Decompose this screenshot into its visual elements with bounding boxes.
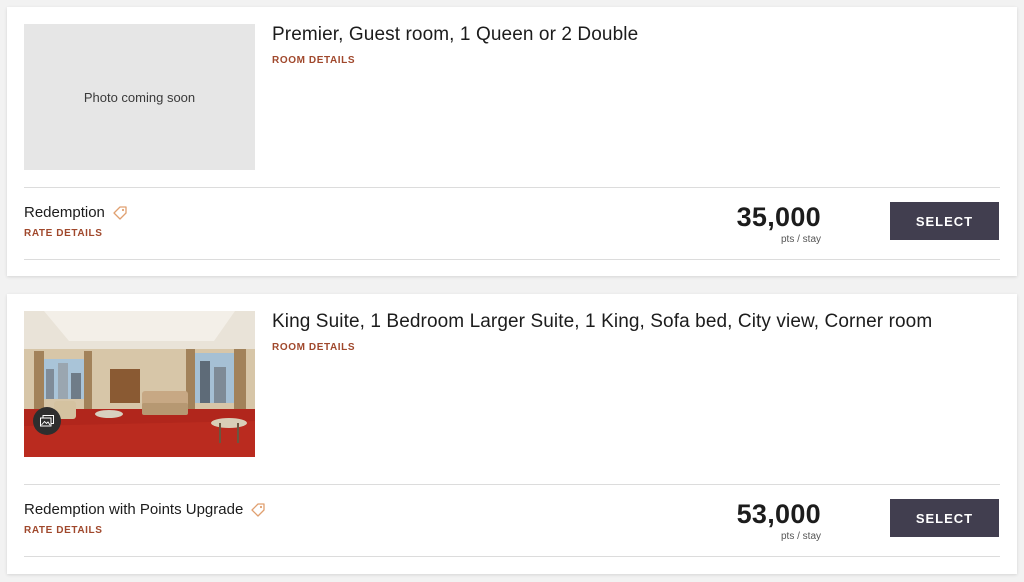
image-gallery-icon xyxy=(40,415,54,427)
gallery-icon[interactable] xyxy=(33,407,61,435)
photo-placeholder-text: Photo coming soon xyxy=(83,89,196,105)
room-title: King Suite, 1 Bedroom Larger Suite, 1 Ki… xyxy=(272,311,933,332)
price-points: 35,000 xyxy=(736,202,821,232)
select-button[interactable]: SELECT xyxy=(890,202,999,240)
divider xyxy=(24,187,1000,188)
divider xyxy=(24,259,1000,260)
tag-icon xyxy=(251,502,265,517)
room-title: Premier, Guest room, 1 Queen or 2 Double xyxy=(272,24,639,45)
rate-name: Redemption xyxy=(24,204,128,221)
price-points: 53,000 xyxy=(736,499,821,529)
room-details-link[interactable]: ROOM DETAILS xyxy=(272,342,355,353)
rate-details-link[interactable]: RATE DETAILS xyxy=(24,228,103,239)
room-photo-placeholder: Photo coming soon xyxy=(24,24,255,170)
select-button[interactable]: SELECT xyxy=(890,499,999,537)
divider xyxy=(24,484,1000,485)
price-unit: pts / stay xyxy=(780,234,821,245)
rate-name: Redemption with Points Upgrade xyxy=(24,501,266,518)
rate-name-label: Redemption xyxy=(24,204,105,221)
price-unit: pts / stay xyxy=(780,531,821,542)
divider xyxy=(24,556,1000,557)
rate-name-label: Redemption with Points Upgrade xyxy=(24,501,244,518)
room-details-link[interactable]: ROOM DETAILS xyxy=(272,55,355,66)
rate-details-link[interactable]: RATE DETAILS xyxy=(24,525,103,536)
suite-photo-image xyxy=(24,311,255,457)
room-card: Photo coming soon Premier, Guest room, 1… xyxy=(7,7,1017,276)
room-photo[interactable] xyxy=(24,311,255,457)
room-card: King Suite, 1 Bedroom Larger Suite, 1 Ki… xyxy=(7,294,1017,574)
tag-icon xyxy=(113,205,127,220)
